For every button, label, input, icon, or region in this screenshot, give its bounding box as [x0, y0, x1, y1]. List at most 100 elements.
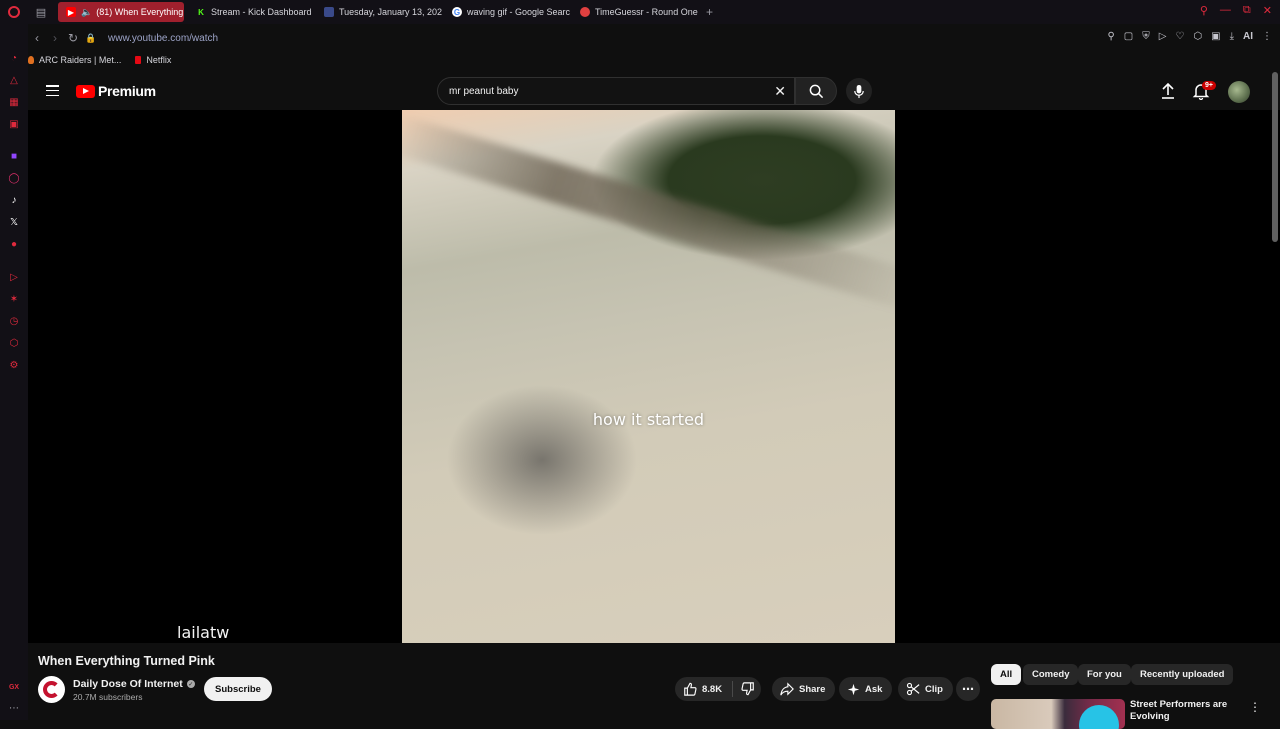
snapshot-icon[interactable]: ▢ — [1124, 31, 1133, 42]
gx-corner-icon[interactable]: △ — [8, 74, 20, 86]
recommended-more-icon[interactable]: ⋮ — [1249, 700, 1261, 714]
subscribe-button[interactable]: Subscribe — [204, 677, 272, 701]
bookmark-netflix[interactable]: Netflix — [135, 55, 171, 65]
bookmark-label: ARC Raiders | Met... — [39, 55, 122, 65]
hamburger-menu-icon[interactable] — [46, 85, 59, 96]
menu-dots-icon[interactable]: ⋮ — [1262, 31, 1272, 42]
close-window-icon[interactable]: ✕ — [1263, 4, 1272, 17]
sparkle-icon — [847, 683, 860, 695]
scissors-icon — [906, 682, 920, 696]
thumbs-up-icon[interactable] — [683, 682, 697, 696]
like-count[interactable]: 8.8K — [702, 684, 722, 695]
tab-label: Stream - Kick Dashboard — [211, 7, 312, 17]
minimize-icon[interactable]: — — [1220, 4, 1231, 17]
lock-icon[interactable]: 🔒 — [82, 33, 100, 44]
aria-ai-button[interactable]: AI — [1243, 31, 1253, 42]
bookmark-arc-raiders[interactable]: ARC Raiders | Met... — [28, 55, 121, 65]
player-icon[interactable]: ▷ — [8, 271, 20, 283]
instagram-icon[interactable]: ◯ — [8, 172, 20, 184]
window-controls: ⚲ — ⧉ ✕ — [1200, 4, 1272, 17]
share-arrow-icon — [780, 682, 794, 696]
video-frame[interactable]: how it started — [402, 110, 895, 643]
youtube-header: Premium mr peanut baby ✕ 9+ — [28, 72, 1280, 110]
sidebar-more-icon[interactable]: ⋯ — [8, 702, 20, 714]
ask-label: Ask — [865, 683, 883, 695]
mail-icon[interactable]: ▣ — [8, 118, 20, 130]
gx-label[interactable]: GX — [8, 681, 20, 693]
history-icon[interactable]: ◷ — [8, 315, 20, 327]
news-icon[interactable]: ▦ — [8, 96, 20, 108]
back-icon[interactable]: ‹ — [28, 31, 46, 45]
url-field[interactable]: www.youtube.com/watch — [108, 33, 218, 44]
wallet-icon[interactable]: ▣ — [1211, 31, 1220, 42]
ask-button[interactable]: Ask — [839, 677, 893, 701]
download-icon[interactable]: ⤓ — [1230, 31, 1234, 42]
upload-icon[interactable] — [1160, 82, 1176, 100]
timeguessr-favicon-icon — [580, 7, 590, 17]
tab-label: Tuesday, January 13, 202 — [339, 7, 443, 17]
bookmarks-bar: ARC Raiders | Met... Netflix — [28, 52, 171, 68]
video-caption-overlay: how it started — [592, 410, 705, 429]
reload-icon[interactable]: ↻ — [64, 31, 82, 45]
tab-label: TimeGuessr - Round One — [595, 7, 698, 17]
tab-kick-dashboard[interactable]: K Stream - Kick Dashboard — [188, 2, 316, 22]
tab-calendar[interactable]: Tuesday, January 13, 202 — [316, 2, 444, 22]
video-shoreline — [402, 114, 895, 316]
search-input[interactable]: mr peanut baby ✕ — [437, 77, 795, 105]
page-scrollbar[interactable] — [1272, 72, 1278, 242]
search-tabs-icon[interactable]: ⚲ — [1200, 4, 1208, 17]
user-avatar[interactable] — [1228, 81, 1250, 103]
channel-avatar[interactable] — [38, 676, 65, 703]
clip-label: Clip — [925, 683, 943, 695]
x-twitter-icon[interactable]: 𝕏 — [8, 216, 20, 228]
video-player[interactable]: how it started lailatw — [28, 110, 1280, 643]
chip-for-you[interactable]: For you — [1078, 664, 1131, 685]
tab-manager-icon[interactable]: ▤ — [28, 0, 54, 24]
flame-icon — [28, 56, 34, 64]
opera-gx-logo-icon[interactable] — [0, 0, 28, 24]
clear-search-icon[interactable]: ✕ — [774, 83, 786, 100]
notification-count-badge: 9+ — [1202, 81, 1216, 90]
search-button[interactable] — [795, 77, 837, 105]
share-label: Share — [799, 683, 826, 695]
more-actions-icon[interactable]: ⋯ — [956, 677, 980, 701]
pin-icon[interactable]: ⚲ — [1107, 31, 1114, 42]
chip-comedy[interactable]: Comedy — [1023, 664, 1079, 685]
share-button[interactable]: Share — [772, 677, 836, 701]
tab-google-search[interactable]: G waving gif - Google Searc — [444, 2, 572, 22]
brand-label: Premium — [98, 83, 156, 99]
tiktok-icon[interactable]: ♪ — [8, 194, 20, 206]
recommended-video-title[interactable]: Street Performers are Evolving — [1130, 699, 1240, 723]
settings-gear-icon[interactable]: ⚙ — [8, 359, 20, 371]
tab-timeguessr[interactable]: TimeGuessr - Round One — [572, 2, 700, 22]
chip-recently-uploaded[interactable]: Recently uploaded — [1131, 664, 1234, 685]
new-tab-plus-icon[interactable]: + — [706, 5, 713, 19]
youtube-premium-logo[interactable]: Premium — [76, 83, 156, 99]
calendar-favicon-icon — [324, 7, 334, 17]
browser-sidebar: ◔ △ ▦ ▣ ■ ◯ ♪ 𝕏 ● ▷ ✶ ◷ ⬡ ⚙ GX ⋯ — [0, 24, 28, 720]
play-icon[interactable]: ▷ — [1159, 31, 1167, 42]
restore-icon[interactable]: ⧉ — [1243, 4, 1251, 17]
puzzle-icon[interactable]: ⬡ — [1193, 31, 1202, 42]
tab-youtube[interactable]: ▶ 🔈 (81) When Everything — [58, 2, 184, 22]
channel-name[interactable]: Daily Dose Of Internet ✓ — [73, 678, 195, 690]
like-dislike-group: 8.8K — [675, 677, 761, 701]
heart-icon[interactable]: ♡ — [1175, 31, 1184, 42]
shield-icon[interactable]: ⛨ — [1142, 31, 1150, 42]
tab-label: (81) When Everything — [96, 7, 184, 17]
extensions-icon[interactable]: ⬡ — [8, 337, 20, 349]
speed-dial-icon[interactable]: ◔ — [8, 52, 20, 64]
forward-icon[interactable]: › — [46, 31, 64, 45]
address-bar-tools: ⚲ ▢ ⛨ ▷ ♡ ⬡ ▣ ⤓ AI ⋮ — [1107, 31, 1272, 42]
subscriber-count: 20.7M subscribers — [73, 692, 143, 702]
recommended-video-thumbnail[interactable] — [991, 699, 1125, 729]
verified-check-icon: ✓ — [186, 680, 195, 688]
gx-control-icon[interactable]: ● — [8, 238, 20, 250]
thumbs-down-icon[interactable] — [741, 682, 755, 696]
twitch-icon[interactable]: ■ — [8, 150, 20, 162]
search-icon — [809, 84, 823, 98]
voice-search-button[interactable] — [846, 78, 872, 104]
clip-button[interactable]: Clip — [898, 677, 953, 701]
pinboard-icon[interactable]: ✶ — [8, 293, 20, 305]
chip-all[interactable]: All — [991, 664, 1022, 685]
